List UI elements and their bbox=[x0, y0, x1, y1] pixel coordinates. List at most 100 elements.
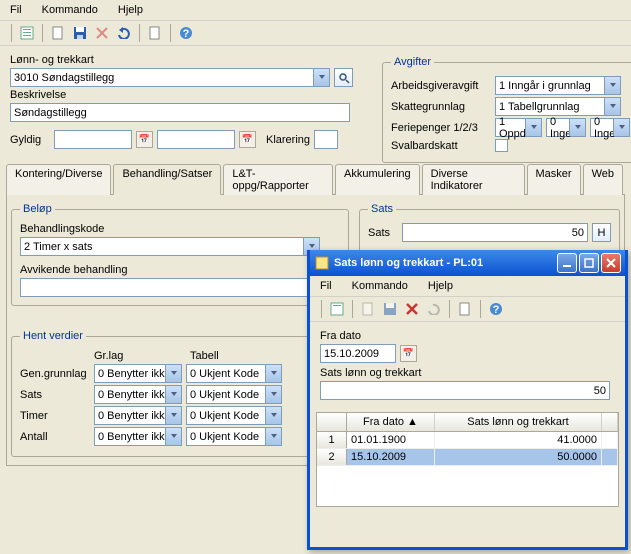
avvikende-input[interactable] bbox=[20, 278, 320, 297]
avgifter-fieldset: Avgifter Arbeidsgiveravgift 1 Inngår i gr… bbox=[382, 56, 631, 163]
lonn-trekkart-label: Lønn- og trekkart bbox=[10, 54, 360, 66]
tabell-select[interactable]: 0 Ukjent Kode bbox=[186, 427, 282, 446]
tab-akkumulering[interactable]: Akkumulering bbox=[335, 164, 420, 195]
col-fra-dato[interactable]: Fra dato ▲ bbox=[347, 413, 435, 431]
undo-icon[interactable] bbox=[424, 299, 444, 319]
tab-diverse-indikatorer[interactable]: Diverse Indikatorer bbox=[422, 164, 525, 195]
save-icon[interactable] bbox=[380, 299, 400, 319]
tabell-select[interactable]: 0 Ukjent Kode bbox=[186, 364, 282, 383]
hent-row-label: Timer bbox=[20, 410, 90, 422]
svalbardskatt-checkbox[interactable] bbox=[495, 139, 508, 152]
klarering-label: Klarering bbox=[266, 134, 310, 146]
tab-bar: Kontering/Diverse Behandling/Satser L&T-… bbox=[6, 163, 625, 194]
arbeidsgiveravgift-select[interactable]: 1 Inngår i grunnlag bbox=[495, 76, 621, 95]
form-icon[interactable] bbox=[327, 299, 347, 319]
new-icon[interactable] bbox=[48, 23, 68, 43]
beskrivelse-label: Beskrivelse bbox=[10, 89, 360, 101]
tab-behandling[interactable]: Behandling/Satser bbox=[113, 164, 221, 195]
sats-lonn-input[interactable] bbox=[320, 381, 610, 400]
search-button[interactable] bbox=[334, 68, 353, 87]
grlag-select[interactable]: 0 Benytter ikk bbox=[94, 427, 182, 446]
belop-legend: Beløp bbox=[20, 203, 55, 215]
feriepenger-2-select[interactable]: 0 Inge bbox=[546, 118, 586, 137]
data-grid[interactable]: Fra dato ▲ Sats lønn og trekkart 101.01.… bbox=[316, 412, 619, 507]
popup-menu-hjelp[interactable]: Hjelp bbox=[428, 280, 453, 292]
avgifter-legend: Avgifter bbox=[391, 56, 434, 68]
arbeidsgiveravgift-label: Arbeidsgiveravgift bbox=[391, 80, 491, 92]
popup-window: Sats lønn og trekkart - PL:01 Fil Komman… bbox=[307, 250, 628, 550]
gyldig-label: Gyldig bbox=[10, 134, 50, 146]
help-icon[interactable]: ? bbox=[486, 299, 506, 319]
tab-lt-oppg[interactable]: L&T-oppg/Rapporter bbox=[223, 164, 333, 195]
feriepenger-1-select[interactable]: 1 Oppd bbox=[495, 118, 542, 137]
svalbardskatt-label: Svalbardskatt bbox=[391, 140, 491, 152]
delete-icon[interactable] bbox=[402, 299, 422, 319]
menu-fil[interactable]: Fil bbox=[10, 4, 22, 16]
tab-web[interactable]: Web bbox=[583, 164, 623, 195]
skattegrunnlag-label: Skattegrunnlag bbox=[391, 101, 491, 113]
page-icon[interactable] bbox=[145, 23, 165, 43]
table-row[interactable]: 101.01.190041.0000 bbox=[317, 432, 618, 449]
feriepenger-label: Feriepenger 1/2/3 bbox=[391, 122, 491, 134]
fra-dato-input[interactable] bbox=[320, 344, 396, 363]
main-toolbar: ? bbox=[0, 20, 631, 46]
titlebar[interactable]: Sats lønn og trekkart - PL:01 bbox=[310, 250, 625, 276]
klarering-input[interactable] bbox=[314, 130, 338, 149]
close-button[interactable] bbox=[601, 253, 621, 273]
popup-menubar: Fil Kommando Hjelp bbox=[310, 276, 625, 296]
behandlingskode-select[interactable]: 2 Timer x sats bbox=[20, 237, 320, 256]
new-icon[interactable] bbox=[358, 299, 378, 319]
delete-icon[interactable] bbox=[92, 23, 112, 43]
sats-h-button[interactable]: H bbox=[592, 223, 611, 242]
main-menubar: Fil Kommando Hjelp bbox=[0, 0, 631, 20]
skattegrunnlag-select[interactable]: 1 Tabellgrunnlag bbox=[495, 97, 621, 116]
tabell-select[interactable]: 0 Ukjent Kode bbox=[186, 406, 282, 425]
save-icon[interactable] bbox=[70, 23, 90, 43]
app-icon bbox=[314, 255, 330, 271]
minimize-button[interactable] bbox=[557, 253, 577, 273]
tab-masker[interactable]: Masker bbox=[527, 164, 581, 195]
col-sats-lonn[interactable]: Sats lønn og trekkart bbox=[435, 413, 602, 431]
gyldig-fra-input[interactable] bbox=[54, 130, 132, 149]
tab-kontering[interactable]: Kontering/Diverse bbox=[6, 164, 111, 195]
popup-menu-fil[interactable]: Fil bbox=[320, 280, 332, 292]
undo-icon[interactable] bbox=[114, 23, 134, 43]
popup-menu-kommando[interactable]: Kommando bbox=[352, 280, 408, 292]
avvikende-label: Avvikende behandling bbox=[20, 264, 340, 276]
table-row[interactable]: 215.10.200950.0000 bbox=[317, 449, 618, 466]
hent-row-label: Sats bbox=[20, 389, 90, 401]
hent-row-label: Antall bbox=[20, 431, 90, 443]
maximize-button[interactable] bbox=[579, 253, 599, 273]
window-title: Sats lønn og trekkart - PL:01 bbox=[334, 257, 483, 269]
svg-text:?: ? bbox=[183, 28, 190, 40]
belop-fieldset: Beløp Behandlingskode 2 Timer x sats Avv… bbox=[11, 203, 349, 306]
menu-kommando[interactable]: Kommando bbox=[42, 4, 98, 16]
menu-hjelp[interactable]: Hjelp bbox=[118, 4, 143, 16]
calendar-icon[interactable]: 📅 bbox=[400, 345, 417, 362]
sats-legend: Sats bbox=[368, 203, 396, 215]
grlag-select[interactable]: 0 Benytter ikk bbox=[94, 406, 182, 425]
fra-dato-label: Fra dato bbox=[320, 330, 615, 342]
grlag-select[interactable]: 0 Benytter ikk bbox=[94, 364, 182, 383]
sats-label: Sats bbox=[368, 227, 398, 239]
calendar-icon[interactable]: 📅 bbox=[239, 131, 256, 148]
help-icon[interactable]: ? bbox=[176, 23, 196, 43]
svg-text:?: ? bbox=[493, 304, 500, 316]
popup-toolbar: ? bbox=[310, 296, 625, 322]
tabell-header: Tabell bbox=[190, 350, 219, 362]
calendar-icon[interactable]: 📅 bbox=[136, 131, 153, 148]
sats-lonn-label: Sats lønn og trekkart bbox=[320, 367, 615, 379]
page-icon[interactable] bbox=[455, 299, 475, 319]
behandlingskode-label: Behandlingskode bbox=[20, 223, 340, 235]
grlag-header: Gr.lag bbox=[94, 350, 186, 362]
form-icon[interactable] bbox=[17, 23, 37, 43]
grlag-select[interactable]: 0 Benytter ikk bbox=[94, 385, 182, 404]
feriepenger-3-select[interactable]: 0 Inge bbox=[590, 118, 630, 137]
sats-input[interactable] bbox=[402, 223, 588, 242]
tabell-select[interactable]: 0 Ukjent Kode bbox=[186, 385, 282, 404]
hent-verdier-fieldset: Hent verdier Gr.lag Tabell Gen.grunnlag0… bbox=[11, 330, 311, 457]
hent-verdier-legend: Hent verdier bbox=[20, 330, 86, 342]
lonn-trekkart-select[interactable]: 3010 Søndagstillegg bbox=[10, 68, 330, 87]
beskrivelse-input[interactable] bbox=[10, 103, 350, 122]
gyldig-til-input[interactable] bbox=[157, 130, 235, 149]
